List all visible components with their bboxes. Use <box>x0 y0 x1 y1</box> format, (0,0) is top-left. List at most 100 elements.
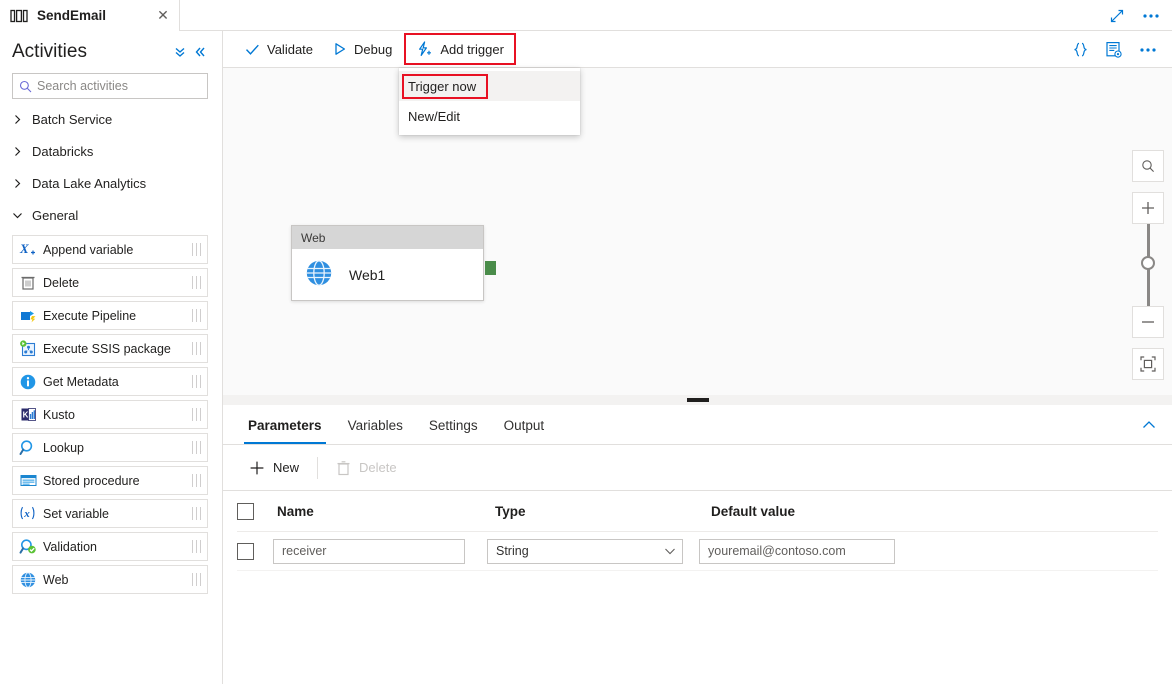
panel-resize-handle[interactable] <box>223 395 1172 405</box>
validation-icon <box>13 538 43 556</box>
drag-handle[interactable] <box>185 375 207 388</box>
close-icon[interactable]: ✕ <box>155 8 171 24</box>
parameter-type-select[interactable]: String <box>487 538 683 564</box>
activity-label: Kusto <box>43 407 75 422</box>
main-area: Validate Debug Add trigger Trigger now N… <box>223 31 1172 684</box>
cell-name: receiver <box>273 538 487 564</box>
activity-validation[interactable]: Validation <box>12 532 208 561</box>
tab-label: Variables <box>347 417 403 433</box>
fit-to-screen-icon[interactable] <box>1132 348 1164 380</box>
kusto-icon: K <box>13 406 43 423</box>
activity-set-variable[interactable]: x Set variable <box>12 499 208 528</box>
drag-handle[interactable] <box>185 309 207 322</box>
chevron-right-icon <box>12 114 32 125</box>
zoom-search-icon[interactable] <box>1132 150 1164 182</box>
drag-handle[interactable] <box>185 573 207 586</box>
globe-icon <box>13 571 43 589</box>
pipeline-icon <box>10 9 28 23</box>
tab-parameters[interactable]: Parameters <box>235 406 335 444</box>
double-chevron-left-icon[interactable] <box>190 42 210 62</box>
toolbar-right-actions <box>1064 31 1164 68</box>
tab-settings[interactable]: Settings <box>416 406 491 444</box>
tab-variables[interactable]: Variables <box>335 406 416 444</box>
delete-label: Delete <box>359 460 397 475</box>
category-general[interactable]: General <box>0 199 222 231</box>
drag-handle[interactable] <box>185 408 207 421</box>
pipeline-canvas[interactable]: Web Web1 <box>223 68 1172 395</box>
validate-button[interactable]: Validate <box>235 35 323 63</box>
chevron-down-icon <box>664 547 676 556</box>
activity-execute-ssis-package[interactable]: Execute SSIS package <box>12 334 208 363</box>
activity-label: Delete <box>43 275 80 290</box>
delete-parameter-button[interactable]: Delete <box>324 453 409 483</box>
properties-panel: Parameters Variables Settings Output New… <box>223 405 1172 684</box>
tab-sendemail[interactable]: SendEmail <box>0 0 180 31</box>
activity-tree: Batch Service Databricks Data Lake Analy… <box>0 103 222 594</box>
menu-item-trigger-now[interactable]: Trigger now <box>399 71 580 101</box>
category-label: Data Lake Analytics <box>32 175 147 191</box>
tab-output[interactable]: Output <box>491 406 558 444</box>
category-data-lake-analytics[interactable]: Data Lake Analytics <box>0 167 222 199</box>
parameter-default-value-input[interactable]: youremail@contoso.com <box>699 538 895 564</box>
node-success-port[interactable] <box>485 261 496 275</box>
menu-item-label: Trigger now <box>408 78 477 94</box>
drag-handle[interactable] <box>185 441 207 454</box>
activity-delete[interactable]: Delete <box>12 268 208 297</box>
activity-label: Execute Pipeline <box>43 308 137 323</box>
activity-label: Web <box>43 572 69 587</box>
drag-handle[interactable] <box>185 474 207 487</box>
stored-procedure-icon <box>13 473 43 488</box>
debug-button[interactable]: Debug <box>323 35 402 63</box>
zoom-slider[interactable] <box>1132 224 1164 306</box>
activity-web[interactable]: Web <box>12 565 208 594</box>
activity-label: Lookup <box>43 440 85 455</box>
table-row: receiver String youremail@contoso.com <box>237 532 1158 571</box>
zoom-out-button[interactable] <box>1132 306 1164 338</box>
category-databricks[interactable]: Databricks <box>0 135 222 167</box>
drag-handle[interactable] <box>185 507 207 520</box>
activity-append-variable[interactable]: X Append variable <box>12 235 208 264</box>
expand-diagonal-icon[interactable] <box>1102 3 1132 29</box>
ellipsis-icon[interactable] <box>1136 3 1166 29</box>
double-chevron-down-icon[interactable] <box>170 42 190 62</box>
ellipsis-icon[interactable] <box>1132 35 1164 65</box>
svg-text:K: K <box>22 411 28 420</box>
drag-handle[interactable] <box>185 540 207 553</box>
debug-label: Debug <box>354 41 393 57</box>
parameters-table: Name Type Default value receiver String <box>223 491 1172 571</box>
activity-label: Append variable <box>43 242 134 257</box>
activity-label: Get Metadata <box>43 374 119 389</box>
add-trigger-button[interactable]: Add trigger <box>404 33 516 65</box>
category-batch-service[interactable]: Batch Service <box>0 103 222 135</box>
cell-default-value: youremail@contoso.com <box>699 538 909 564</box>
play-icon <box>333 42 347 56</box>
row-checkbox[interactable] <box>237 542 254 560</box>
menu-item-new-edit[interactable]: New/Edit <box>399 101 580 131</box>
activity-node-web1[interactable]: Web Web1 <box>291 225 484 301</box>
search-box[interactable] <box>12 73 208 99</box>
properties-list-icon[interactable] <box>1098 35 1130 65</box>
activity-stored-procedure[interactable]: Stored procedure <box>12 466 208 495</box>
activity-lookup[interactable]: Lookup <box>12 433 208 462</box>
column-header-default-value: Default value <box>711 503 796 519</box>
zoom-in-button[interactable] <box>1132 192 1164 224</box>
new-label: New <box>273 460 300 475</box>
drag-handle[interactable] <box>185 276 207 289</box>
canvas-zoom-controls <box>1132 150 1164 380</box>
select-all-checkbox[interactable] <box>237 502 254 520</box>
new-parameter-button[interactable]: New <box>237 453 311 483</box>
drag-handle[interactable] <box>185 342 207 355</box>
cell-type: String <box>487 538 699 564</box>
category-label: Databricks <box>32 143 94 159</box>
curly-braces-icon[interactable] <box>1064 35 1096 65</box>
chevron-up-icon[interactable] <box>1136 413 1162 437</box>
drag-handle[interactable] <box>185 243 207 256</box>
checkmark-icon <box>245 43 260 56</box>
search-icon <box>13 80 37 93</box>
search-input[interactable] <box>37 79 207 93</box>
activity-get-metadata[interactable]: Get Metadata <box>12 367 208 396</box>
parameter-name-input[interactable]: receiver <box>273 538 465 564</box>
activity-kusto[interactable]: K Kusto <box>12 400 208 429</box>
activity-execute-pipeline[interactable]: Execute Pipeline <box>12 301 208 330</box>
slider-thumb[interactable] <box>1141 256 1155 270</box>
